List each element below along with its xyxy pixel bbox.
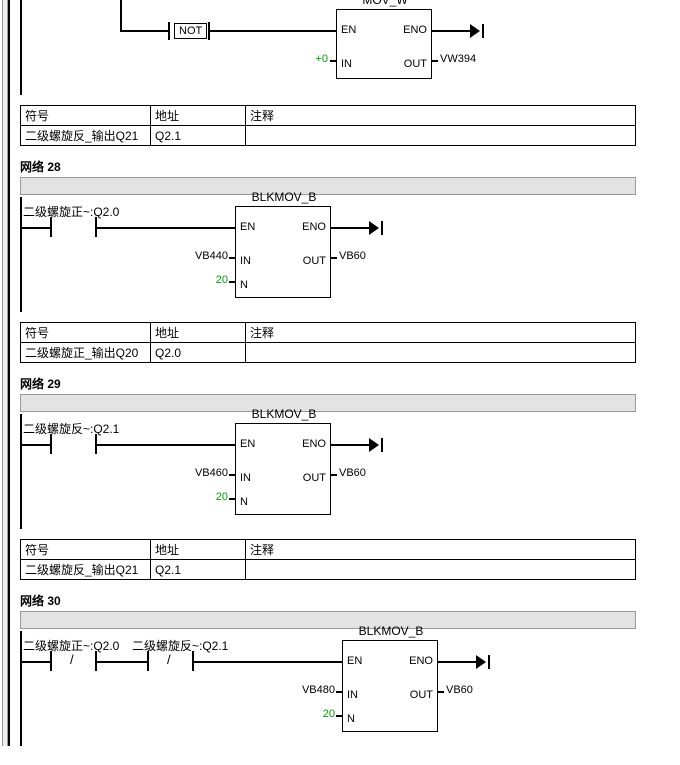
in-value: VB460: [188, 467, 228, 479]
pin-en: EN: [341, 24, 356, 36]
in-value: VB480: [295, 684, 335, 696]
n-value: 20: [208, 491, 228, 503]
nc-slash-icon: /: [167, 652, 171, 667]
network-28: 网络 28 二级螺旋正~:Q2.0 BLKMOV_B EN ENO IN OUT…: [20, 158, 680, 363]
block-title: BLKMOV_B: [236, 407, 332, 421]
block-blkmov-b: BLKMOV_B EN ENO IN OUT N: [342, 640, 438, 732]
comment-bar[interactable]: [20, 611, 636, 629]
eno-arrow-icon: [476, 655, 486, 669]
block-title: BLKMOV_B: [343, 624, 439, 638]
table-row: 二级螺旋正_输出Q20 Q2.0: [21, 343, 636, 363]
pin-in: IN: [341, 58, 352, 70]
th-symbol: 符号: [21, 106, 151, 126]
pin-en: EN: [240, 221, 255, 233]
symbol-table-28: 符号 地址 注释 二级螺旋正_输出Q20 Q2.0: [20, 322, 636, 363]
contact-label: 二级螺旋反~:Q2.1: [23, 420, 119, 437]
block-title: BLKMOV_B: [236, 190, 332, 204]
network-30: 网络 30 二级螺旋正~:Q2.0 / 二级螺旋反~:Q2.1 / BLKMOV…: [20, 592, 680, 746]
n-value: 20: [315, 708, 335, 720]
table-row: 二级螺旋反_输出Q21 Q2.1: [21, 126, 636, 146]
contact-label: 二级螺旋正~:Q2.0: [23, 203, 119, 220]
block-title: MOV_W: [337, 0, 433, 7]
eno-arrow-icon: [470, 24, 480, 38]
pin-out: OUT: [303, 255, 326, 267]
pin-eno: ENO: [403, 24, 427, 36]
network-title: 网络 29: [20, 375, 680, 392]
not-label: NOT: [174, 23, 207, 39]
pin-n: N: [240, 279, 248, 291]
network-title: 网络 30: [20, 592, 680, 609]
th-address: 地址: [151, 106, 246, 126]
out-value: VB60: [339, 467, 366, 479]
out-value: VW394: [440, 53, 476, 65]
pin-in: IN: [240, 255, 251, 267]
ladder-top: NOT MOV_W EN ENO IN OUT +0 VW394: [20, 0, 680, 95]
n-value: 20: [208, 274, 228, 286]
pin-eno: ENO: [302, 221, 326, 233]
eno-arrow-icon: [369, 221, 379, 235]
out-value: VB60: [446, 684, 473, 696]
table-row: 二级螺旋反_输出Q21 Q2.1: [21, 560, 636, 580]
ladder-29: 二级螺旋反~:Q2.1 BLKMOV_B EN ENO IN OUT N VB4…: [20, 414, 680, 529]
th-comment: 注释: [246, 106, 636, 126]
network-29: 网络 29 二级螺旋反~:Q2.1 BLKMOV_B EN ENO IN OUT…: [20, 375, 680, 580]
symbol-table-top: 符号 地址 注释 二级螺旋反_输出Q21 Q2.1: [20, 105, 636, 146]
in-value: +0: [304, 53, 328, 65]
network-top: NOT MOV_W EN ENO IN OUT +0 VW394 符号 地址 注…: [20, 0, 680, 146]
out-value: VB60: [339, 250, 366, 262]
block-blkmov-b: BLKMOV_B EN ENO IN OUT N: [235, 423, 331, 515]
block-mov-w: MOV_W EN ENO IN OUT: [336, 9, 432, 79]
block-blkmov-b: BLKMOV_B EN ENO IN OUT N: [235, 206, 331, 298]
ladder-30: 二级螺旋正~:Q2.0 / 二级螺旋反~:Q2.1 / BLKMOV_B EN …: [20, 631, 680, 746]
ladder-28: 二级螺旋正~:Q2.0 BLKMOV_B EN ENO IN OUT N VB4…: [20, 197, 680, 312]
network-title: 网络 28: [20, 158, 680, 175]
in-value: VB440: [188, 250, 228, 262]
eno-arrow-icon: [369, 438, 379, 452]
symbol-table-29: 符号 地址 注释 二级螺旋反_输出Q21 Q2.1: [20, 539, 636, 580]
pin-out: OUT: [404, 58, 427, 70]
nc-slash-icon: /: [70, 652, 74, 667]
